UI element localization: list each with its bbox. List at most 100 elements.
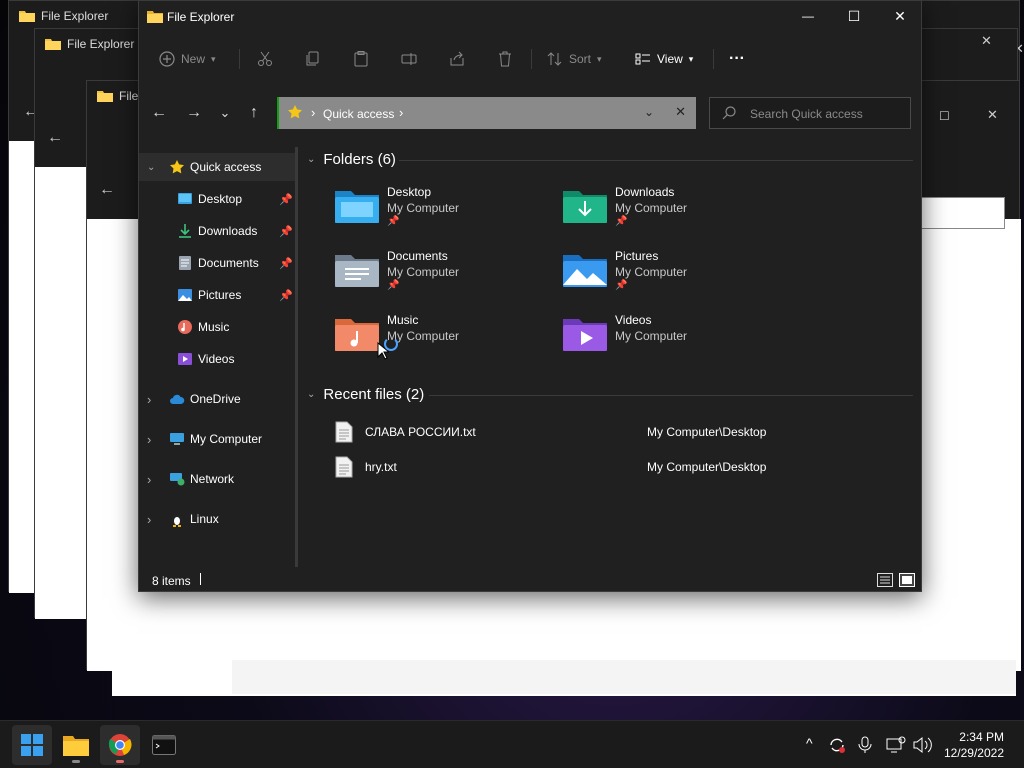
date: 12/29/2022 bbox=[943, 746, 1004, 760]
pin-icon: 📌 bbox=[615, 280, 628, 291]
sidebar-item-onedrive[interactable]: › OneDrive bbox=[139, 385, 295, 413]
taskbar-chrome[interactable] bbox=[100, 725, 140, 765]
address-dropdown-button[interactable]: ⌄ bbox=[644, 105, 654, 119]
cut-button[interactable] bbox=[257, 47, 273, 71]
close-icon[interactable]: ✕ bbox=[981, 33, 992, 49]
details-view-icon[interactable] bbox=[877, 573, 893, 587]
content-area: ⌄ Folders (6) Desktop My Computer 📌 Down… bbox=[299, 147, 921, 567]
chevron-right-icon[interactable]: › bbox=[147, 392, 151, 407]
folder-name: Pictures bbox=[615, 249, 659, 263]
copy-button[interactable] bbox=[305, 47, 321, 71]
pane-splitter[interactable] bbox=[295, 147, 298, 567]
recent-files-section-header[interactable]: ⌄ Recent files (2) bbox=[307, 386, 424, 403]
sort-icon bbox=[547, 52, 562, 66]
navigation-row: ← → ⌄ ↑ › Quick access › ⌄ ✕ Search Quic… bbox=[139, 95, 921, 131]
chevron-down-icon: ⌄ bbox=[307, 389, 316, 400]
sync-icon[interactable] bbox=[828, 736, 846, 754]
folder-documents[interactable]: Documents My Computer 📌 bbox=[335, 249, 535, 305]
title-bar[interactable]: File Explorer — ☐ ✕ bbox=[139, 1, 921, 33]
back-button[interactable]: ← bbox=[149, 103, 169, 123]
sidebar-item-network[interactable]: › Network bbox=[139, 465, 295, 493]
sidebar-item-my-computer[interactable]: › My Computer bbox=[139, 425, 295, 453]
delete-button[interactable] bbox=[497, 47, 513, 71]
chevron-right-icon[interactable]: › bbox=[147, 472, 151, 487]
up-button[interactable]: ↑ bbox=[244, 103, 264, 123]
folder-downloads[interactable]: Downloads My Computer 📌 bbox=[563, 185, 763, 241]
scissors-icon bbox=[258, 51, 272, 66]
search-box[interactable]: Search Quick access bbox=[709, 97, 911, 129]
sidebar-item-linux[interactable]: › Linux bbox=[139, 505, 295, 533]
folder-name: Desktop bbox=[387, 185, 432, 199]
downloads-folder-icon bbox=[563, 191, 607, 223]
tiles-view-icon[interactable] bbox=[899, 573, 915, 587]
maximize-icon[interactable]: ☐ bbox=[939, 109, 950, 123]
address-bar[interactable]: › Quick access › ⌄ ✕ bbox=[277, 97, 696, 129]
taskbar-file-explorer[interactable] bbox=[56, 725, 96, 765]
volume-icon[interactable] bbox=[912, 736, 932, 754]
breadcrumb-separator[interactable]: › bbox=[399, 105, 403, 120]
maximize-button[interactable]: ☐ bbox=[831, 1, 877, 31]
star-icon bbox=[170, 160, 184, 174]
folder-name: Music bbox=[387, 313, 419, 327]
folder-location: My Computer bbox=[387, 201, 460, 215]
folder-desktop[interactable]: Desktop My Computer 📌 bbox=[335, 185, 535, 241]
view-button[interactable]: View ▾ bbox=[635, 47, 693, 71]
close-button[interactable]: ✕ bbox=[877, 1, 923, 31]
start-button[interactable] bbox=[12, 725, 52, 765]
desktop-folder-icon bbox=[335, 191, 379, 223]
terminal-icon bbox=[152, 735, 176, 755]
recent-file-row[interactable]: СЛАВА РОССИИ.txt My Computer\Desktop bbox=[335, 421, 895, 443]
sidebar-item-desktop[interactable]: Desktop 📌 bbox=[139, 185, 295, 213]
back-arrow-icon[interactable]: ← bbox=[99, 181, 115, 199]
sidebar-item-pictures[interactable]: Pictures 📌 bbox=[139, 281, 295, 309]
sidebar-item-documents[interactable]: Documents 📌 bbox=[139, 249, 295, 277]
recent-file-row[interactable]: hry.txt My Computer\Desktop bbox=[335, 456, 895, 478]
sort-button[interactable]: Sort ▾ bbox=[547, 47, 602, 71]
download-icon bbox=[179, 224, 191, 238]
close-icon[interactable]: ✕ bbox=[987, 107, 998, 123]
chevron-right-icon[interactable]: › bbox=[147, 432, 151, 447]
text-file-icon bbox=[335, 456, 353, 478]
chevron-right-icon[interactable]: › bbox=[147, 512, 151, 527]
recent-locations-button[interactable]: ⌄ bbox=[215, 103, 235, 123]
documents-folder-icon bbox=[335, 255, 379, 287]
minimize-button[interactable]: — bbox=[785, 1, 831, 31]
paste-button[interactable] bbox=[353, 47, 369, 71]
file-path: My Computer\Desktop bbox=[647, 425, 767, 439]
sidebar-item-quick-access[interactable]: ⌄ Quick access bbox=[139, 153, 295, 181]
pin-icon: 📌 bbox=[615, 216, 628, 227]
text-file-icon bbox=[335, 421, 353, 443]
forward-button[interactable]: → bbox=[184, 103, 204, 123]
chevron-down-icon[interactable]: ⌄ bbox=[147, 162, 155, 173]
sidebar-item-videos[interactable]: Videos bbox=[139, 345, 295, 373]
file-name: СЛАВА РОССИИ.txt bbox=[365, 425, 476, 439]
folder-videos[interactable]: Videos My Computer bbox=[563, 313, 763, 369]
new-button[interactable]: New ▾ bbox=[159, 47, 216, 71]
back-arrow-icon[interactable]: ← bbox=[47, 129, 63, 147]
clock[interactable]: 2:34 PM 12/29/2022 bbox=[944, 729, 1004, 761]
view-icon bbox=[635, 53, 650, 65]
sidebar-item-downloads[interactable]: Downloads 📌 bbox=[139, 217, 295, 245]
section-title: Recent files (2) bbox=[323, 386, 425, 403]
folder-music[interactable]: Music My Computer bbox=[335, 313, 535, 369]
sidebar-item-label: Downloads bbox=[198, 224, 258, 238]
folders-section-header[interactable]: ⌄ Folders (6) bbox=[307, 151, 396, 168]
background-window-bottom-2 bbox=[232, 660, 1016, 694]
microphone-icon[interactable] bbox=[858, 736, 872, 754]
taskbar-terminal[interactable] bbox=[144, 725, 184, 765]
see-more-button[interactable]: ··· bbox=[729, 47, 745, 71]
show-hidden-icons-button[interactable]: ^ bbox=[806, 735, 813, 751]
windows-logo-icon bbox=[21, 734, 43, 756]
breadcrumb-quick-access[interactable]: Quick access bbox=[323, 107, 394, 121]
address-clear-button[interactable]: ✕ bbox=[675, 104, 686, 120]
breadcrumb-separator[interactable]: › bbox=[311, 105, 315, 120]
file-path: My Computer\Desktop bbox=[647, 460, 767, 474]
rename-button[interactable] bbox=[401, 47, 417, 71]
sidebar-item-music[interactable]: Music bbox=[139, 313, 295, 341]
pin-icon: 📌 bbox=[279, 193, 293, 206]
file-explorer-window[interactable]: File Explorer — ☐ ✕ New ▾ Sort ▾ View ▾ … bbox=[138, 0, 922, 592]
folder-pictures[interactable]: Pictures My Computer 📌 bbox=[563, 249, 763, 305]
share-button[interactable] bbox=[449, 47, 465, 71]
network-status-icon[interactable] bbox=[886, 736, 906, 754]
window-title: File Explorer bbox=[167, 10, 235, 24]
